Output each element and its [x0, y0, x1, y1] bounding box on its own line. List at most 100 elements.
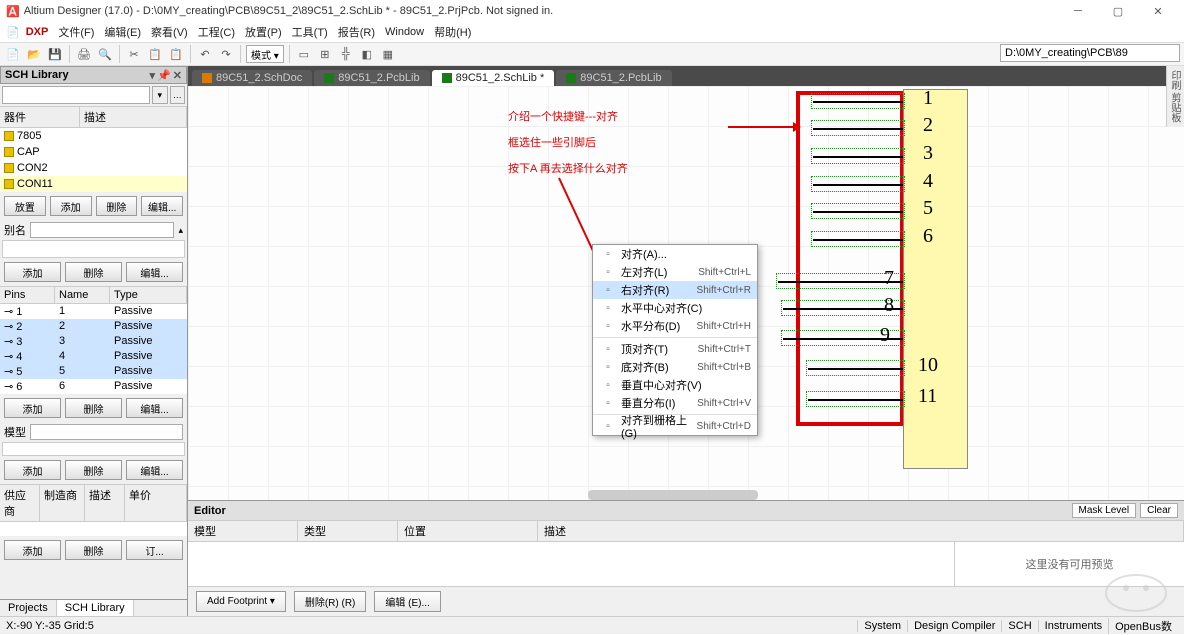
copy-icon[interactable]: 📋 [146, 45, 164, 63]
menu-item[interactable]: ▫垂直中心对齐(V) [593, 376, 757, 394]
menu-item[interactable]: ▫底对齐(B)Shift+Ctrl+B [593, 358, 757, 376]
document-tab[interactable]: 89C51_2.PcbLib [314, 70, 429, 86]
menu-item[interactable]: ▫水平分布(D)Shift+Ctrl+H [593, 317, 757, 335]
menu-edit[interactable]: 编辑(E) [100, 23, 145, 41]
print-icon[interactable]: 🖨 [75, 45, 93, 63]
minimize-button[interactable]: ─ [1058, 0, 1098, 22]
menu-place[interactable]: 放置(P) [241, 23, 286, 41]
delete-button[interactable]: 删除 [96, 196, 138, 216]
status-system[interactable]: System [857, 620, 907, 632]
menu-file[interactable]: 文件(F) [54, 23, 98, 41]
alias-edit-button[interactable]: 编辑... [126, 262, 183, 282]
col-description[interactable]: 描述 [80, 107, 187, 127]
paste-icon[interactable]: 📋 [167, 45, 185, 63]
add-button[interactable]: 添加 [50, 196, 92, 216]
pin-row[interactable]: ⊸ 55Passive [0, 364, 187, 379]
editor-col-desc[interactable]: 描述 [538, 521, 1184, 541]
edit-button[interactable]: 编辑... [141, 196, 183, 216]
save-icon[interactable]: 💾 [46, 45, 64, 63]
supplier-order-button[interactable]: 订... [126, 540, 183, 560]
menu-window[interactable]: Window [381, 25, 428, 39]
col-manufacturer[interactable]: 制造商 [40, 485, 85, 521]
open-icon[interactable]: 📂 [25, 45, 43, 63]
status-sch[interactable]: SCH [1001, 620, 1037, 632]
dxp-menu[interactable]: DXP [22, 26, 53, 38]
menu-project[interactable]: 工程(C) [194, 23, 239, 41]
zoom-icon[interactable]: 🔍 [96, 45, 114, 63]
component-row[interactable]: CAP [0, 144, 187, 160]
tool-icon[interactable]: ▭ [295, 45, 313, 63]
editor-col-model[interactable]: 模型 [188, 521, 298, 541]
maximize-button[interactable]: ▢ [1098, 0, 1138, 22]
search-ellipsis-button[interactable]: … [170, 86, 186, 104]
menu-tools[interactable]: 工具(T) [288, 23, 332, 41]
new-icon[interactable]: 📄 [4, 45, 22, 63]
place-button[interactable]: 放置 [4, 196, 46, 216]
search-input[interactable] [2, 86, 150, 104]
tool-icon[interactable]: ◧ [358, 45, 376, 63]
tab-projects[interactable]: Projects [0, 600, 57, 616]
col-pins[interactable]: Pins [0, 287, 55, 303]
menu-item[interactable]: ▫左对齐(L)Shift+Ctrl+L [593, 263, 757, 281]
col-type[interactable]: Type [110, 287, 187, 303]
search-dropdown-icon[interactable]: ▾ [152, 86, 168, 104]
editor-col-position[interactable]: 位置 [398, 521, 538, 541]
pin-row[interactable]: ⊸ 11Passive [0, 304, 187, 319]
undo-icon[interactable]: ↶ [196, 45, 214, 63]
model-edit-button[interactable]: 编辑... [126, 460, 183, 480]
menu-view[interactable]: 察看(V) [147, 23, 192, 41]
pin-delete-button[interactable]: 删除 [65, 398, 122, 418]
tool-icon[interactable]: ╬ [337, 45, 355, 63]
col-supplier[interactable]: 供应商 [0, 485, 40, 521]
path-field[interactable]: D:\0MY_creating\PCB\89 [1000, 44, 1180, 62]
model-input[interactable] [30, 424, 183, 440]
col-component[interactable]: 器件 [0, 107, 80, 127]
clear-button[interactable]: Clear [1140, 503, 1178, 518]
model-delete-button[interactable]: 删除 [65, 460, 122, 480]
add-footprint-button[interactable]: Add Footprint ▾ [196, 591, 286, 612]
panel-dropdown-icon[interactable]: ▾ [150, 69, 156, 82]
model-add-button[interactable]: 添加 [4, 460, 61, 480]
mask-level-button[interactable]: Mask Level [1072, 503, 1137, 518]
alias-input[interactable] [30, 222, 174, 238]
col-price[interactable]: 单价 [125, 485, 187, 521]
alias-sort-icon[interactable]: ▴ [178, 225, 183, 236]
pin-row[interactable]: ⊸ 33Passive [0, 334, 187, 349]
component-row[interactable]: CON2 [0, 160, 187, 176]
menu-item[interactable]: ▫右对齐(R)Shift+Ctrl+R [593, 281, 757, 299]
tab-schlibrary[interactable]: SCH Library [57, 600, 134, 616]
menu-report[interactable]: 报告(R) [334, 23, 379, 41]
menu-item[interactable]: ▫垂直分布(I)Shift+Ctrl+V [593, 394, 757, 412]
mode-combo[interactable]: 模式 ▾ [246, 45, 284, 63]
menu-item[interactable]: ▫水平中心对齐(C) [593, 299, 757, 317]
pin-row[interactable]: ⊸ 66Passive [0, 379, 187, 394]
delete-footprint-button[interactable]: 删除(R) (R) [294, 591, 367, 612]
col-desc[interactable]: 描述 [85, 485, 125, 521]
editor-col-type[interactable]: 类型 [298, 521, 398, 541]
menu-item[interactable]: ▫顶对齐(T)Shift+Ctrl+T [593, 340, 757, 358]
panel-close-icon[interactable]: ✕ [173, 69, 182, 82]
status-openbus[interactable]: OpenBus数 [1108, 618, 1178, 634]
alias-delete-button[interactable]: 删除 [65, 262, 122, 282]
edit-footprint-button[interactable]: 编辑 (E)... [374, 591, 440, 612]
status-designcompiler[interactable]: Design Compiler [907, 620, 1001, 632]
component-row[interactable]: CON11 [0, 176, 187, 192]
alias-add-button[interactable]: 添加 [4, 262, 61, 282]
pin-add-button[interactable]: 添加 [4, 398, 61, 418]
cut-icon[interactable]: ✂ [125, 45, 143, 63]
component-row[interactable]: 7805 [0, 128, 187, 144]
menu-help[interactable]: 帮助(H) [430, 23, 475, 41]
document-tab[interactable]: 89C51_2.PcbLib [556, 70, 671, 86]
close-button[interactable]: ✕ [1138, 0, 1178, 22]
pin-row[interactable]: ⊸ 22Passive [0, 319, 187, 334]
tool-icon[interactable]: ⊞ [316, 45, 334, 63]
pin-edit-button[interactable]: 编辑... [126, 398, 183, 418]
supplier-add-button[interactable]: 添加 [4, 540, 61, 560]
menu-item[interactable]: ▫对齐到栅格上(G)Shift+Ctrl+D [593, 417, 757, 435]
component-body[interactable] [903, 89, 968, 469]
col-name[interactable]: Name [55, 287, 110, 303]
pin-row[interactable]: ⊸ 44Passive [0, 349, 187, 364]
right-panel-strip[interactable]: 印刷 剪贴板 [1166, 66, 1184, 127]
horizontal-scrollbar[interactable] [588, 490, 758, 500]
document-tab[interactable]: 89C51_2.SchLib * [432, 70, 555, 86]
